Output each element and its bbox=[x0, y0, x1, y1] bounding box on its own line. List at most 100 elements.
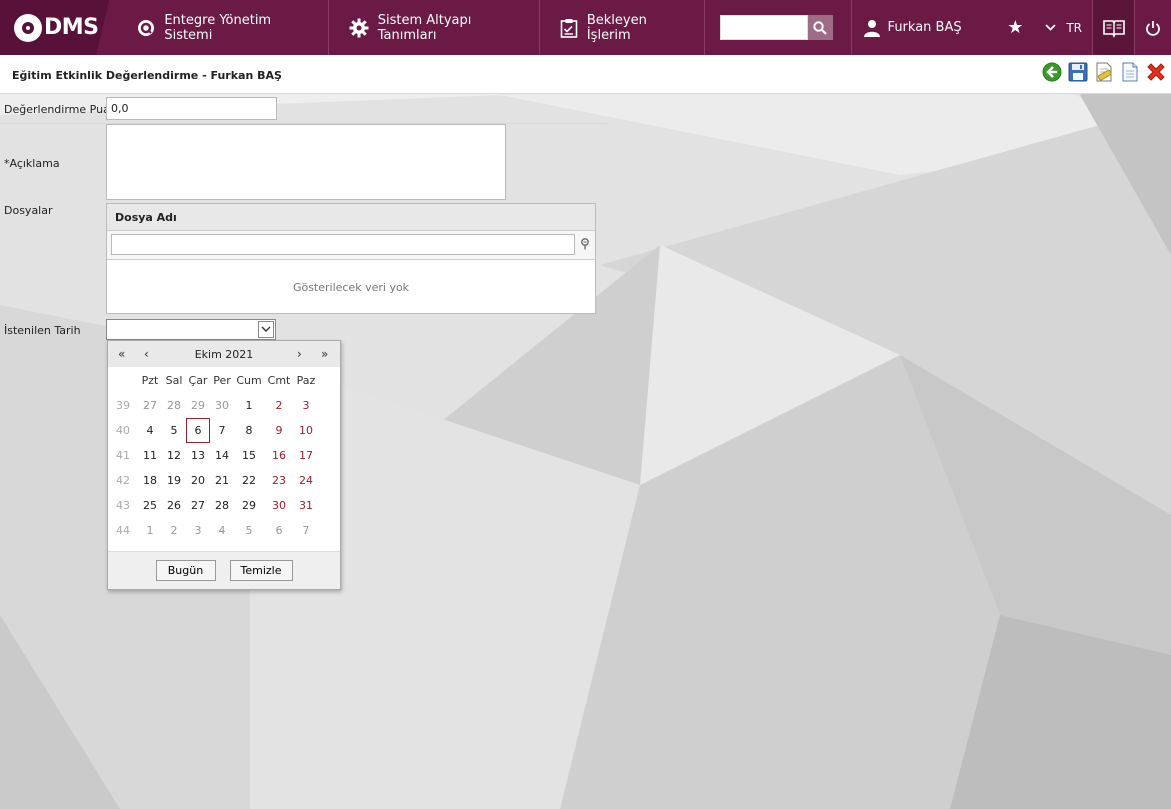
calendar-day[interactable]: 12 bbox=[162, 443, 186, 468]
calendar-day[interactable]: 4 bbox=[138, 418, 162, 443]
calendar-day[interactable]: 27 bbox=[186, 493, 210, 518]
calendar-day[interactable]: 28 bbox=[162, 393, 186, 418]
day-header: Çar bbox=[188, 374, 208, 387]
close-x-icon bbox=[1147, 63, 1165, 81]
calendar-week-row: 40 4 5 6 7 8 9 10 bbox=[108, 418, 340, 443]
calendar-day[interactable]: 19 bbox=[162, 468, 186, 493]
divider bbox=[0, 341, 107, 342]
calendar-day[interactable]: 21 bbox=[210, 468, 234, 493]
calendar-day[interactable]: 18 bbox=[138, 468, 162, 493]
user-name: Furkan BAŞ bbox=[887, 20, 962, 35]
calendar-day[interactable]: 29 bbox=[234, 493, 264, 518]
qdms-logo[interactable]: DMS bbox=[0, 0, 110, 55]
search-area bbox=[705, 0, 852, 55]
date-input[interactable] bbox=[106, 319, 276, 340]
calendar-day[interactable]: 17 bbox=[294, 443, 318, 468]
calendar-day[interactable]: 2 bbox=[264, 393, 294, 418]
user-menu[interactable]: Furkan BAŞ bbox=[852, 0, 1000, 55]
calendar-day[interactable]: 3 bbox=[186, 518, 210, 543]
grid-filter-row bbox=[107, 231, 595, 260]
next-year-icon[interactable]: » bbox=[321, 347, 328, 361]
save-and-edit-button[interactable] bbox=[1093, 61, 1115, 83]
calendar-day[interactable]: 16 bbox=[264, 443, 294, 468]
page-header: Eğitim Etkinlik Değerlendirme - Furkan B… bbox=[0, 55, 1171, 93]
search-button[interactable] bbox=[807, 15, 833, 40]
previous-month-icon[interactable]: ‹ bbox=[144, 347, 149, 361]
power-logout-icon[interactable] bbox=[1135, 0, 1171, 55]
nav-pending-tasks[interactable]: Bekleyen İşlerim bbox=[540, 0, 705, 55]
calendar-grid: Pzt Sal Çar Per Cum Cmt Paz 39 27 28 29 … bbox=[108, 368, 340, 543]
calendar-day[interactable]: 31 bbox=[294, 493, 318, 518]
calendar-day[interactable]: 1 bbox=[234, 393, 264, 418]
nav-label: Sistem Altyapı Tanımları bbox=[377, 12, 472, 43]
calendar-day[interactable]: 29 bbox=[186, 393, 210, 418]
description-textarea[interactable] bbox=[106, 124, 506, 200]
back-arrow-icon bbox=[1042, 62, 1062, 82]
calendar-day[interactable]: 24 bbox=[294, 468, 318, 493]
language-selector[interactable]: TR bbox=[1031, 0, 1094, 55]
calendar-day[interactable]: 28 bbox=[210, 493, 234, 518]
calendar-week-row: 41 11 12 13 14 15 16 17 bbox=[108, 443, 340, 468]
next-month-icon[interactable]: › bbox=[297, 347, 302, 361]
calendar-day[interactable]: 9 bbox=[264, 418, 294, 443]
calendar-day[interactable]: 6 bbox=[264, 518, 294, 543]
calendar-day-today[interactable]: 6 bbox=[186, 418, 210, 443]
previous-year-icon[interactable]: « bbox=[118, 347, 125, 361]
calendar-day[interactable]: 30 bbox=[264, 493, 294, 518]
day-header: Cmt bbox=[267, 374, 291, 387]
calendar-day[interactable]: 1 bbox=[138, 518, 162, 543]
calendar-day[interactable]: 27 bbox=[138, 393, 162, 418]
calendar-day[interactable]: 20 bbox=[186, 468, 210, 493]
language-label: TR bbox=[1066, 20, 1083, 35]
nav-system-definitions[interactable]: Sistem Altyapı Tanımları bbox=[329, 0, 540, 55]
calendar-header: « ‹ Ekim 2021 › » bbox=[108, 341, 340, 367]
calendar-day[interactable]: 14 bbox=[210, 443, 234, 468]
file-name-column-header[interactable]: Dosya Adı bbox=[107, 204, 595, 231]
toolbar bbox=[1041, 61, 1167, 83]
chevron-down-icon bbox=[1045, 24, 1056, 31]
score-input[interactable] bbox=[106, 97, 277, 120]
week-number-header bbox=[108, 368, 138, 393]
calendar-day[interactable]: 8 bbox=[234, 418, 264, 443]
date-dropdown-button[interactable] bbox=[258, 321, 274, 338]
calendar-day[interactable]: 3 bbox=[294, 393, 318, 418]
help-book-icon[interactable] bbox=[1093, 0, 1136, 55]
calendar-week-row: 43 25 26 27 28 29 30 31 bbox=[108, 493, 340, 518]
calendar-day[interactable]: 11 bbox=[138, 443, 162, 468]
search-input[interactable] bbox=[719, 15, 808, 40]
back-button[interactable] bbox=[1041, 61, 1063, 83]
calendar-day[interactable]: 5 bbox=[162, 418, 186, 443]
calendar-day[interactable]: 25 bbox=[138, 493, 162, 518]
calendar-day[interactable]: 15 bbox=[234, 443, 264, 468]
close-button[interactable] bbox=[1145, 61, 1167, 83]
calendar-day[interactable]: 26 bbox=[162, 493, 186, 518]
clear-button[interactable]: Temizle bbox=[229, 560, 293, 581]
new-document-button[interactable] bbox=[1119, 61, 1141, 83]
q-circle-icon bbox=[137, 19, 155, 37]
save-button[interactable] bbox=[1067, 61, 1089, 83]
week-number: 40 bbox=[116, 424, 130, 437]
filter-icon[interactable] bbox=[580, 238, 590, 253]
calendar-day[interactable]: 13 bbox=[186, 443, 210, 468]
calendar-day[interactable]: 10 bbox=[294, 418, 318, 443]
score-label: Değerlendirme Puanı bbox=[4, 103, 120, 116]
nav-integrated-management[interactable]: Entegre Yönetim Sistemi bbox=[109, 0, 329, 55]
calendar-day[interactable]: 7 bbox=[210, 418, 234, 443]
divider bbox=[0, 93, 1171, 94]
chevron-down-icon bbox=[261, 326, 271, 332]
file-name-filter-input[interactable] bbox=[111, 234, 575, 255]
floppy-disk-icon bbox=[1068, 62, 1088, 82]
description-label: *Açıklama bbox=[4, 157, 60, 170]
calendar-day[interactable]: 30 bbox=[210, 393, 234, 418]
today-button[interactable]: Bugün bbox=[155, 560, 216, 581]
nav-label: Bekleyen İşlerim bbox=[586, 12, 647, 43]
calendar-day[interactable]: 2 bbox=[162, 518, 186, 543]
calendar-day[interactable]: 22 bbox=[234, 468, 264, 493]
favorites-star-icon[interactable]: ★ bbox=[999, 0, 1031, 55]
calendar-day[interactable]: 23 bbox=[264, 468, 294, 493]
day-header: Cum bbox=[236, 374, 262, 387]
calendar-day[interactable]: 4 bbox=[210, 518, 234, 543]
calendar-day[interactable]: 7 bbox=[294, 518, 318, 543]
calendar-week-row: 39 27 28 29 30 1 2 3 bbox=[108, 393, 340, 418]
calendar-day[interactable]: 5 bbox=[234, 518, 264, 543]
